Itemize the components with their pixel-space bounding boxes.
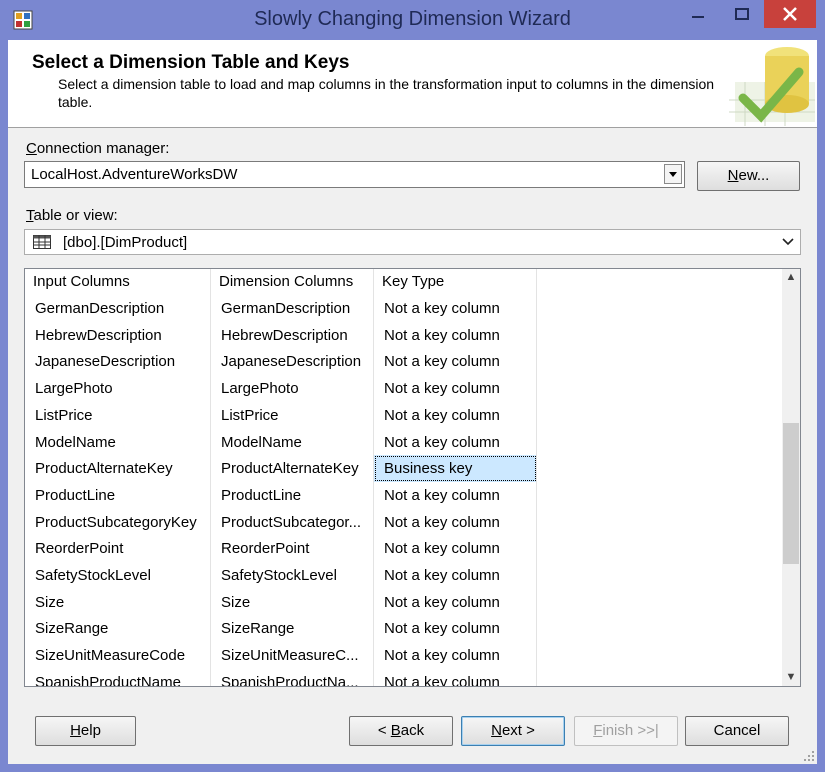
wizard-body: Select a Dimension Table and Keys Select… (8, 40, 817, 764)
table-or-view-value: [dbo].[DimProduct] (63, 234, 188, 251)
key-type-cell[interactable]: Not a key column (374, 588, 537, 616)
dimension-column-cell[interactable]: ListPrice (211, 401, 374, 429)
wizard-header: Select a Dimension Table and Keys Select… (8, 40, 817, 128)
input-column-cell[interactable]: ProductSubcategoryKey (25, 508, 211, 536)
connection-manager-value: LocalHost.AdventureWorksDW (31, 166, 238, 183)
input-column-cell[interactable]: LargePhoto (25, 375, 211, 403)
scroll-down-icon[interactable]: ▼ (782, 669, 800, 686)
back-button[interactable]: < Back (349, 716, 453, 746)
dimension-column-cell[interactable]: Size (211, 588, 374, 616)
dimension-column-cell[interactable]: ProductSubcategor... (211, 508, 374, 536)
key-type-cell[interactable]: Not a key column (374, 295, 537, 322)
key-type-cell[interactable]: Not a key column (374, 615, 537, 643)
dimension-column-cell[interactable]: SizeUnitMeasureC... (211, 642, 374, 670)
column-mapping-grid[interactable]: Input Columns Dimension Columns Key Type… (24, 268, 801, 687)
dimension-column-cell[interactable]: SpanishProductNa... (211, 668, 374, 686)
input-column-cell[interactable]: ReorderPoint (25, 535, 211, 563)
column-header-input[interactable]: Input Columns (25, 269, 211, 295)
maximize-icon (735, 8, 749, 20)
minimize-icon (692, 16, 704, 18)
input-column-cell[interactable]: ProductLine (25, 481, 211, 509)
input-column-cell[interactable]: Size (25, 588, 211, 616)
dimension-column-cell[interactable]: SizeRange (211, 615, 374, 643)
close-icon (783, 7, 797, 21)
help-button[interactable]: Help (35, 716, 136, 746)
input-column-cell[interactable]: ListPrice (25, 401, 211, 429)
dimension-column-cell[interactable]: ProductLine (211, 481, 374, 509)
input-column-cell[interactable]: SafetyStockLevel (25, 562, 211, 589)
key-type-cell[interactable]: Not a key column (374, 535, 537, 563)
table-or-view-combo[interactable]: [dbo].[DimProduct] (24, 229, 801, 255)
key-type-cell[interactable]: Business key (374, 455, 537, 483)
dimension-column-cell[interactable]: SafetyStockLevel (211, 562, 374, 589)
scroll-up-icon[interactable]: ▲ (782, 269, 800, 286)
cancel-button[interactable]: Cancel (685, 716, 789, 746)
chevron-down-icon[interactable] (782, 237, 794, 247)
minimize-button[interactable] (676, 0, 720, 28)
key-type-cell[interactable]: Not a key column (374, 481, 537, 509)
wizard-window: Slowly Changing Dimension Wizard Select … (0, 0, 825, 772)
input-column-cell[interactable]: SizeRange (25, 615, 211, 643)
input-column-cell[interactable]: GermanDescription (25, 295, 211, 322)
key-type-cell[interactable]: Not a key column (374, 642, 537, 670)
dimension-column-cell[interactable]: ReorderPoint (211, 535, 374, 563)
key-type-cell[interactable]: Not a key column (374, 321, 537, 349)
input-column-cell[interactable]: HebrewDescription (25, 321, 211, 349)
input-column-cell[interactable]: JapaneseDescription (25, 348, 211, 376)
maximize-button[interactable] (720, 0, 764, 28)
connection-manager-combo[interactable]: LocalHost.AdventureWorksDW (24, 161, 685, 188)
key-type-cell[interactable]: Not a key column (374, 428, 537, 456)
scrollbar-thumb[interactable] (783, 423, 799, 564)
close-button[interactable] (764, 0, 816, 28)
finish-button: Finish >>| (574, 716, 678, 746)
key-type-cell[interactable]: Not a key column (374, 348, 537, 376)
input-column-cell[interactable]: ModelName (25, 428, 211, 456)
table-or-view-label: Table or view: (26, 207, 118, 224)
title-bar[interactable]: Slowly Changing Dimension Wizard (0, 0, 825, 40)
key-type-cell[interactable]: Not a key column (374, 375, 537, 403)
key-type-cell[interactable]: Not a key column (374, 508, 537, 536)
input-column-cell[interactable]: SpanishProductName (25, 668, 211, 686)
resize-grip-icon[interactable] (803, 750, 815, 762)
next-button[interactable]: Next > (461, 716, 565, 746)
dimension-column-cell[interactable]: GermanDescription (211, 295, 374, 322)
dimension-column-cell[interactable]: ProductAlternateKey (211, 455, 374, 483)
dimension-column-cell[interactable]: JapaneseDescription (211, 348, 374, 376)
key-type-cell[interactable]: Not a key column (374, 401, 537, 429)
page-description: Select a dimension table to load and map… (58, 76, 715, 110)
vertical-scrollbar[interactable]: ▲ ▼ (782, 269, 800, 686)
connection-dropdown-button[interactable] (664, 164, 682, 184)
connection-manager-label: Connection manager: (26, 140, 170, 157)
input-column-cell[interactable]: SizeUnitMeasureCode (25, 642, 211, 670)
key-type-cell[interactable]: Not a key column (374, 562, 537, 589)
page-title: Select a Dimension Table and Keys (32, 52, 350, 73)
new-connection-button[interactable]: New... (697, 161, 800, 191)
dimension-column-cell[interactable]: HebrewDescription (211, 321, 374, 349)
table-icon (33, 235, 51, 249)
input-column-cell[interactable]: ProductAlternateKey (25, 455, 211, 483)
column-header-dimension[interactable]: Dimension Columns (211, 269, 374, 295)
database-check-icon (729, 47, 815, 126)
grid-viewport: Input Columns Dimension Columns Key Type… (25, 269, 782, 686)
dimension-column-cell[interactable]: LargePhoto (211, 375, 374, 403)
dimension-column-cell[interactable]: ModelName (211, 428, 374, 456)
dropdown-arrow-icon (669, 172, 677, 177)
key-type-cell[interactable]: Not a key column (374, 668, 537, 686)
column-header-key-type[interactable]: Key Type (374, 269, 537, 295)
